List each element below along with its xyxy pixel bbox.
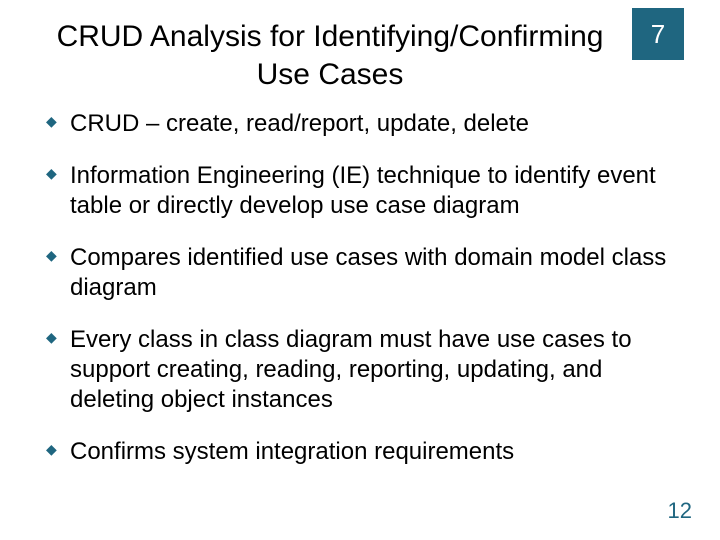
list-item: Compares identified use cases with domai… (46, 243, 674, 303)
list-item: CRUD – create, read/report, update, dele… (46, 109, 674, 139)
chapter-badge: 7 (632, 8, 684, 60)
bullet-list: CRUD – create, read/report, update, dele… (46, 109, 674, 467)
slide: 7 CRUD Analysis for Identifying/Confirmi… (0, 0, 720, 540)
page-number: 12 (668, 498, 692, 524)
list-item: Every class in class diagram must have u… (46, 325, 674, 415)
slide-title: CRUD Analysis for Identifying/Confirming… (46, 18, 674, 93)
list-item: Information Engineering (IE) technique t… (46, 161, 674, 221)
list-item: Confirms system integration requirements (46, 437, 674, 467)
